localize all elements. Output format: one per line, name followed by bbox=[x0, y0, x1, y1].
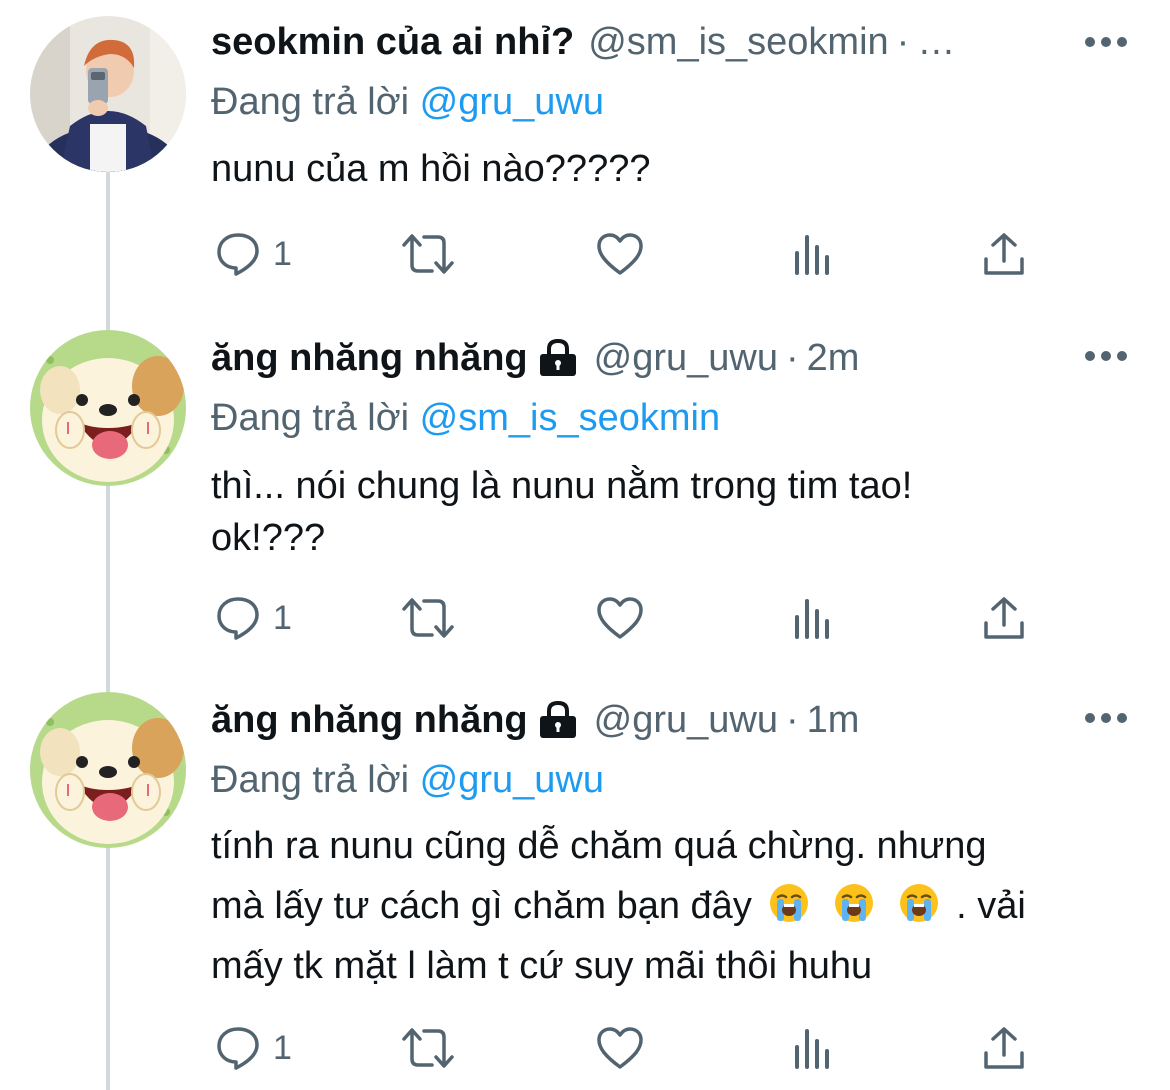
analytics-button[interactable] bbox=[791, 590, 835, 646]
retweet-icon bbox=[402, 234, 454, 274]
replying-to: Đang trả lời @sm_is_seokmin bbox=[211, 392, 1111, 444]
more-icon[interactable] bbox=[1082, 32, 1130, 52]
tweet-actions: 1 bbox=[211, 226, 1061, 282]
retweet-button[interactable] bbox=[400, 590, 456, 646]
tweet-header: ăng nhăng nhăng @gru_uwu · 2m bbox=[211, 332, 1111, 384]
display-name[interactable]: ăng nhăng nhăng bbox=[211, 332, 528, 384]
tweet-actions: 1 bbox=[211, 590, 1061, 646]
reply-button[interactable]: 1 bbox=[215, 226, 292, 282]
reply-icon bbox=[217, 597, 259, 640]
tweet-text-line: mấy tk mặt l làm t cứ suy mãi thôi huhu bbox=[211, 945, 873, 987]
tweet-2[interactable]: ăng nhăng nhăng @gru_uwu · 2m Đang trả l… bbox=[0, 314, 1170, 654]
retweet-icon bbox=[402, 1028, 454, 1068]
timestamp[interactable]: 1m bbox=[807, 694, 860, 746]
analytics-icon bbox=[795, 599, 829, 639]
display-name[interactable]: ăng nhăng nhăng bbox=[211, 694, 528, 746]
separator: · bbox=[896, 21, 910, 63]
avatar[interactable] bbox=[30, 692, 186, 848]
user-handle[interactable]: @sm_is_seokmin bbox=[588, 16, 888, 68]
heart-icon bbox=[597, 1027, 643, 1069]
replying-to: Đang trả lời @gru_uwu bbox=[211, 754, 1111, 806]
tweet-1[interactable]: seokmin của ai nhỉ? @sm_is_seokmin · … Đ… bbox=[0, 0, 1170, 300]
lock-icon bbox=[539, 700, 576, 738]
tweet-header: ăng nhăng nhăng @gru_uwu · 1m bbox=[211, 694, 1111, 746]
analytics-icon bbox=[795, 235, 829, 275]
like-button[interactable] bbox=[595, 590, 645, 646]
share-icon bbox=[984, 1027, 1024, 1069]
separator: · bbox=[785, 337, 799, 379]
loudly-crying-face-icon bbox=[834, 884, 873, 922]
tweet-text: nunu của m hồi nào????? bbox=[211, 140, 1111, 198]
reply-icon bbox=[217, 1027, 259, 1070]
timestamp[interactable]: … bbox=[917, 16, 955, 68]
tweet-text-line: ok!??? bbox=[211, 517, 326, 559]
tweet-3[interactable]: ăng nhăng nhăng @gru_uwu · 1m Đang trả l… bbox=[0, 676, 1170, 1087]
more-icon[interactable] bbox=[1082, 346, 1130, 366]
retweet-icon bbox=[402, 598, 454, 638]
tweet-actions: 1 bbox=[211, 1020, 1061, 1076]
reply-count: 1 bbox=[273, 234, 292, 273]
tweet-text: thì... nói chung là nunu nằm trong tim t… bbox=[211, 460, 1111, 564]
retweet-button[interactable] bbox=[400, 1020, 456, 1076]
loudly-crying-face-icon bbox=[770, 884, 809, 922]
replying-to-label: Đang trả lời bbox=[211, 759, 410, 801]
replying-to-mention[interactable]: @gru_uwu bbox=[420, 81, 604, 123]
replying-to-mention[interactable]: @sm_is_seokmin bbox=[420, 397, 720, 439]
replying-to-mention[interactable]: @gru_uwu bbox=[420, 759, 604, 801]
user-handle[interactable]: @gru_uwu bbox=[594, 694, 778, 746]
heart-icon bbox=[597, 233, 643, 275]
share-button[interactable] bbox=[981, 1020, 1027, 1076]
user-handle[interactable]: @gru_uwu bbox=[594, 332, 778, 384]
share-icon bbox=[984, 233, 1024, 275]
share-icon bbox=[984, 597, 1024, 639]
replying-to-label: Đang trả lời bbox=[211, 81, 410, 123]
tweet-text-line: tính ra nunu cũng dễ chăm quá chừng. như… bbox=[211, 825, 987, 867]
analytics-button[interactable] bbox=[791, 226, 835, 282]
replying-to: Đang trả lời @gru_uwu bbox=[211, 76, 1111, 128]
tweet-text-segment: mà lấy tư cách gì chăm bạn đây bbox=[211, 885, 752, 927]
tweet-text-line: thì... nói chung là nunu nằm trong tim t… bbox=[211, 465, 913, 507]
avatar[interactable] bbox=[30, 330, 186, 486]
reply-icon bbox=[217, 233, 259, 276]
reply-count: 1 bbox=[273, 598, 292, 637]
lock-icon bbox=[539, 338, 576, 376]
separator: · bbox=[785, 699, 799, 741]
display-name[interactable]: seokmin của ai nhỉ? bbox=[211, 16, 574, 68]
analytics-button[interactable] bbox=[791, 1020, 835, 1076]
more-icon[interactable] bbox=[1082, 708, 1130, 728]
reply-button[interactable]: 1 bbox=[215, 1020, 292, 1076]
share-button[interactable] bbox=[981, 226, 1027, 282]
analytics-icon bbox=[795, 1029, 829, 1069]
retweet-button[interactable] bbox=[400, 226, 456, 282]
like-button[interactable] bbox=[595, 226, 645, 282]
tweet-text-segment: . vải bbox=[956, 885, 1026, 927]
tweet-text-line: nunu của m hồi nào????? bbox=[211, 148, 651, 190]
like-button[interactable] bbox=[595, 1020, 645, 1076]
share-button[interactable] bbox=[981, 590, 1027, 646]
timestamp[interactable]: 2m bbox=[807, 332, 860, 384]
tweet-header: seokmin của ai nhỉ? @sm_is_seokmin · … bbox=[211, 16, 1111, 68]
tweet-text: tính ra nunu cũng dễ chăm quá chừng. như… bbox=[211, 816, 1111, 996]
avatar[interactable] bbox=[30, 16, 186, 172]
replying-to-label: Đang trả lời bbox=[211, 397, 410, 439]
tweet-text-line: mà lấy tư cách gì chăm bạn đây . vải bbox=[211, 876, 1111, 936]
loudly-crying-face-icon bbox=[899, 884, 938, 922]
reply-button[interactable]: 1 bbox=[215, 590, 292, 646]
reply-count: 1 bbox=[273, 1028, 292, 1067]
heart-icon bbox=[597, 597, 643, 639]
